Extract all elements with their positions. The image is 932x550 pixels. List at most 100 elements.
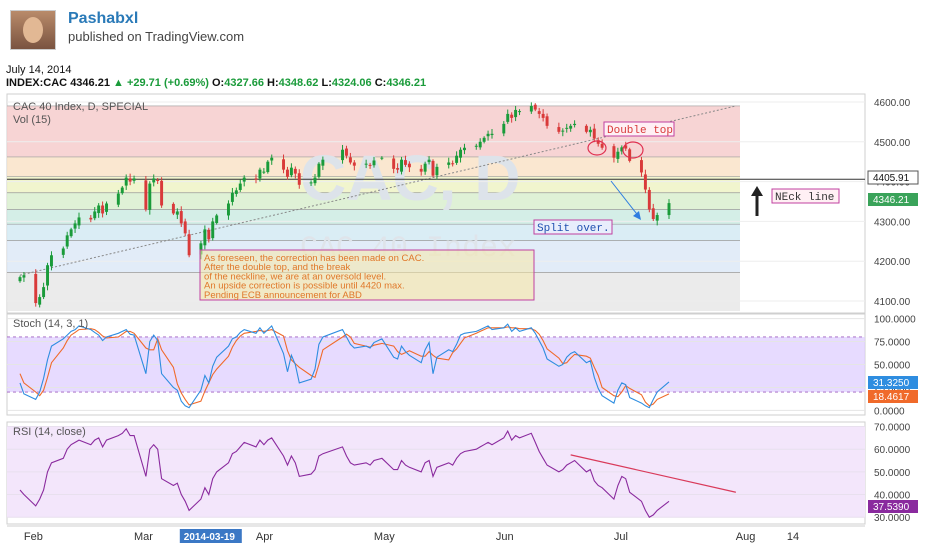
candle-body <box>93 211 97 219</box>
candle-body <box>77 217 81 226</box>
candle-body <box>407 163 411 168</box>
volume-label: Vol (15) <box>13 114 51 126</box>
candle-body <box>584 125 588 132</box>
candle-body <box>588 129 592 133</box>
open-label: O: <box>211 77 225 89</box>
candle-body <box>541 113 545 118</box>
candle-body <box>124 177 128 186</box>
stochastic-title: Stoch (14, 3, 1) <box>13 318 88 330</box>
rsi-tick-label: 30.0000 <box>874 513 911 524</box>
candle-body <box>529 105 533 112</box>
candle-body <box>423 163 427 172</box>
avatar[interactable] <box>10 10 56 50</box>
candle-body <box>419 168 423 172</box>
candle-body <box>309 182 313 184</box>
candle-body <box>22 275 26 278</box>
candle-body <box>462 147 466 151</box>
candle-body <box>144 180 148 210</box>
close-label: C: <box>374 77 387 89</box>
candle-body <box>352 162 356 166</box>
candle-body <box>455 155 459 163</box>
candle-body <box>203 229 207 246</box>
candle-body <box>49 255 53 267</box>
candle-body <box>285 169 289 177</box>
candle-body <box>128 178 132 182</box>
candle-body <box>105 203 109 212</box>
symbol-info-bar: July 14, 2014 INDEX:CAC 4346.21 ▲ +29.71… <box>0 62 932 90</box>
candle-body <box>486 133 490 137</box>
candle-body <box>573 123 577 126</box>
candle-body <box>317 163 321 177</box>
chart-area[interactable]: CAC, D CAC 40 Index 4600.004500.004400.0… <box>0 90 932 550</box>
candle-body <box>341 149 345 161</box>
price-change: +29.71 (+0.69%) <box>126 77 209 89</box>
candle-body <box>647 189 651 210</box>
time-tick-label: Jul <box>614 531 628 543</box>
candle-body <box>65 235 69 247</box>
candle-body <box>569 125 573 129</box>
candle-body <box>187 234 191 256</box>
stoch-tick-label: 100.0000 <box>874 315 916 326</box>
candle-body <box>667 203 671 216</box>
candle-body <box>97 205 101 214</box>
price-pane[interactable]: CAC, D CAC 40 Index 4600.004500.004400.0… <box>6 93 919 314</box>
candle-body <box>616 151 620 159</box>
rsi-tick-label: 50.0000 <box>874 468 911 479</box>
close-value: 4346.21 <box>386 77 427 89</box>
candle-body <box>372 160 376 166</box>
candle-body <box>175 211 179 215</box>
candle-body <box>537 111 541 114</box>
candle-body <box>38 297 42 305</box>
time-tick-label: Feb <box>24 531 43 543</box>
candle-body <box>348 157 352 163</box>
candle-body <box>234 190 238 194</box>
candle-body <box>514 109 518 118</box>
watermark-symbol: CAC, D <box>300 142 520 214</box>
candle-body <box>545 116 549 126</box>
candle-body <box>293 168 297 174</box>
high-value: 4348.62 <box>278 77 319 89</box>
candle-body <box>254 178 258 180</box>
neck-line-label: NEck line <box>775 192 834 204</box>
candle-body <box>431 160 435 176</box>
candle-body <box>518 111 522 113</box>
split-over-label: Split over. <box>537 223 610 235</box>
candle-body <box>392 158 396 169</box>
candle-body <box>46 265 50 286</box>
candle-body <box>643 174 647 190</box>
candle-body <box>73 223 77 229</box>
time-axis[interactable]: Feb Mar 2014-03-19 Apr May Jun Jul Aug 14 <box>7 525 865 543</box>
candle-body <box>42 287 46 298</box>
candle-body <box>116 193 120 205</box>
candle-body <box>651 208 655 220</box>
time-tick-label: 14 <box>787 531 799 543</box>
open-value: 4327.66 <box>224 77 264 89</box>
crosshair-date-label: 2014-03-19 <box>184 532 236 543</box>
candle-body <box>132 178 136 181</box>
candle-body <box>160 180 164 206</box>
candle-body <box>510 114 514 118</box>
candle-body <box>506 113 510 122</box>
candle-body <box>364 163 368 165</box>
candle-body <box>639 160 643 173</box>
neckline-price-label: 4405.91 <box>873 173 910 184</box>
candle-body <box>482 137 486 142</box>
double-top-label: Double top <box>607 125 673 137</box>
author-name[interactable]: Pashabxl <box>68 10 138 28</box>
candle-body <box>171 203 175 214</box>
candle-body <box>478 141 482 148</box>
candle-body <box>211 221 215 239</box>
time-tick-label: Mar <box>134 531 153 543</box>
published-label: published on TradingView.com <box>68 29 245 44</box>
time-tick-label: Jun <box>496 531 514 543</box>
symbol-name: INDEX:CAC <box>6 77 68 89</box>
stochastic-pane[interactable]: 100.000075.000050.000025.00000.0000 Stoc… <box>6 313 918 417</box>
high-label: H: <box>267 77 279 89</box>
candle-body <box>270 157 274 161</box>
rsi-pane[interactable]: 70.0000 60.0000 50.0000 40.0000 30.0000 RSI … <box>6 421 918 525</box>
comment-line: Pending ECB announcement for ABD <box>204 290 362 301</box>
price-tick-label: 4300.00 <box>874 217 911 228</box>
candle-body <box>447 162 451 165</box>
rsi-value: 37.5390 <box>873 502 910 513</box>
rsi-tick-label: 40.0000 <box>874 491 911 502</box>
